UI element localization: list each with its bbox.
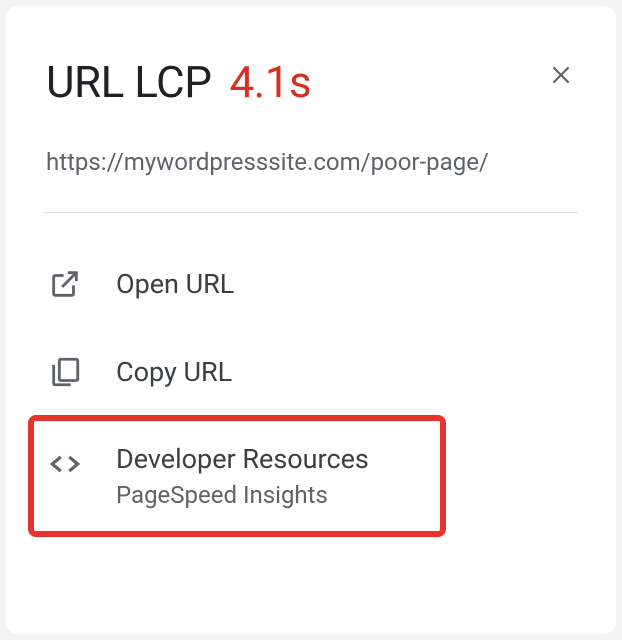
url-display: https://mywordpresssite.com/poor-page/ [46,148,576,176]
title-group: URL LCP 4.1s [46,56,311,108]
copy-icon [48,355,82,389]
open-url-label: Open URL [116,268,234,300]
lcp-detail-panel: URL LCP 4.1s https://mywordpresssite.com… [6,6,616,634]
close-icon [548,62,574,92]
panel-header: URL LCP 4.1s [46,56,576,108]
panel-title: URL LCP [46,56,211,108]
copy-url-label: Copy URL [116,356,232,388]
divider [44,212,578,213]
dev-resources-texts: Developer Resources PageSpeed Insights [116,443,369,509]
lcp-metric-value: 4.1s [229,56,311,108]
dev-resources-sublabel: PageSpeed Insights [116,481,369,509]
actions-list: Open URL Copy URL Developer Resources [46,263,576,513]
code-icon [48,447,82,481]
copy-url-action[interactable]: Copy URL [46,351,576,393]
developer-resources-action[interactable]: Developer Resources PageSpeed Insights [46,439,576,513]
open-url-action[interactable]: Open URL [46,263,576,305]
dev-resources-label: Developer Resources [116,443,369,475]
open-external-icon [48,267,82,301]
close-button[interactable] [546,62,576,92]
